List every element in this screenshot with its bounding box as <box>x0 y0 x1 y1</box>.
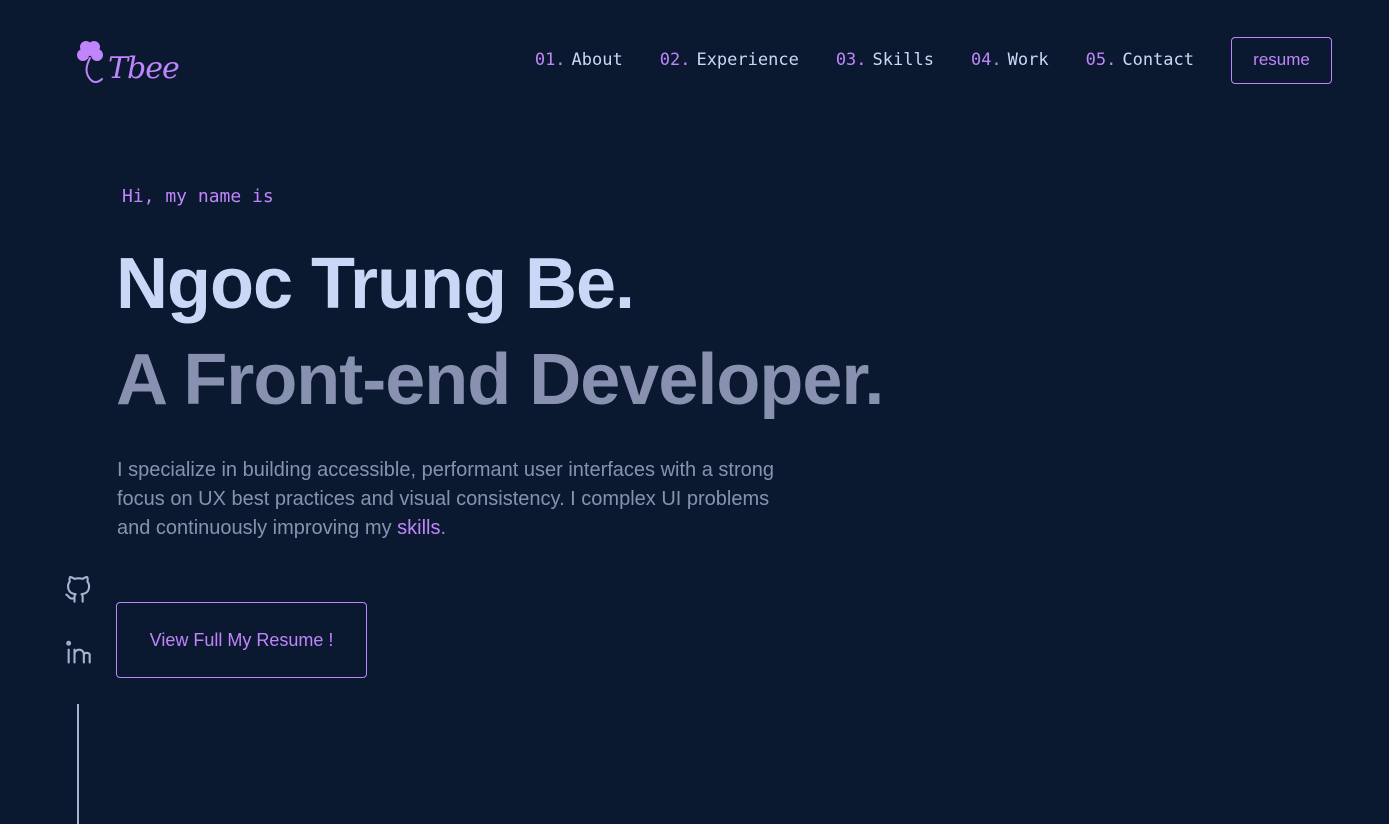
linkedin-link[interactable] <box>64 638 92 666</box>
logo-text: Tbee <box>108 51 180 86</box>
side-line <box>77 704 79 824</box>
logo[interactable]: Tbee <box>72 34 180 86</box>
github-link[interactable] <box>64 576 92 604</box>
hero-role: A Front-end Developer. <box>116 340 884 420</box>
intro-text: Hi, my name is <box>122 186 274 207</box>
skills-link[interactable]: skills <box>397 517 440 539</box>
nav-item-experience[interactable]: 02. Experience <box>660 50 799 70</box>
nav-item-contact[interactable]: 05. Contact <box>1086 50 1194 70</box>
nav-item-work[interactable]: 04. Work <box>971 50 1049 70</box>
resume-button[interactable]: resume <box>1231 36 1332 84</box>
nav-item-skills[interactable]: 03. Skills <box>836 50 934 70</box>
nav-item-about[interactable]: 01. About <box>535 50 623 70</box>
main-nav: 01. About 02. Experience 03. Skills 04. Work… <box>535 36 1332 84</box>
linkedin-icon <box>66 640 91 664</box>
hero-name: Ngoc Trung Be. <box>116 244 635 324</box>
github-icon <box>65 576 91 603</box>
hero-description: I specialize in building accessible, per… <box>117 459 774 539</box>
clover-icon <box>77 41 103 84</box>
view-resume-button[interactable]: View Full My Resume ! <box>116 602 367 678</box>
